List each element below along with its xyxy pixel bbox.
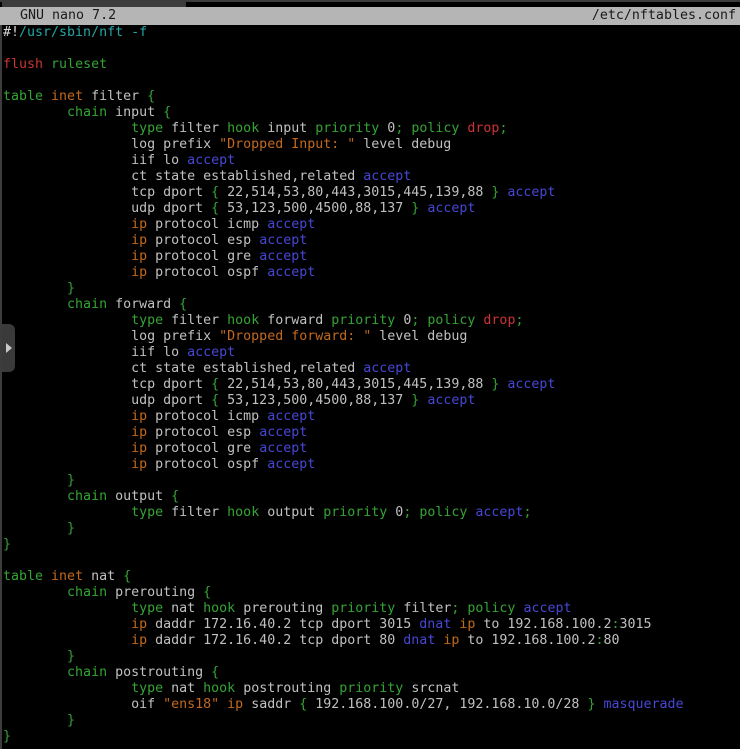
code-line: type filter hook forward priority 0; pol… [3, 313, 740, 329]
side-panel-toggle[interactable] [2, 324, 15, 372]
code-line: ip protocol gre accept [3, 441, 740, 457]
code-line: ip protocol esp accept [3, 233, 740, 249]
code-line: ip protocol gre accept [3, 249, 740, 265]
code-line: type nat hook prerouting priority filter… [3, 601, 740, 617]
code-line [3, 553, 740, 569]
code-line: } [3, 473, 740, 489]
code-line: tcp dport { 22,514,53,80,443,3015,445,13… [3, 377, 740, 393]
code-line: oif "ens18" ip saddr { 192.168.100.0/27,… [3, 697, 740, 713]
code-line: ip protocol esp accept [3, 425, 740, 441]
code-line: tcp dport { 22,514,53,80,443,3015,445,13… [3, 185, 740, 201]
nano-version-title: GNU nano 7.2 [4, 8, 116, 24]
code-line: } [3, 521, 740, 537]
code-line: type filter hook input priority 0; polic… [3, 121, 740, 137]
code-line: ct state established,related accept [3, 169, 740, 185]
nano-titlebar: GNU nano 7.2 /etc/nftables.conf [0, 7, 740, 25]
code-line: chain prerouting { [3, 585, 740, 601]
code-line: ip daddr 172.16.40.2 tcp dport 80 dnat i… [3, 633, 740, 649]
code-line: iif lo accept [3, 153, 740, 169]
code-line: } [3, 713, 740, 729]
code-line: udp dport { 53,123,500,4500,88,137 } acc… [3, 393, 740, 409]
code-line: type filter hook output priority 0; poli… [3, 505, 740, 521]
code-line: } [3, 729, 740, 745]
code-line: iif lo accept [3, 345, 740, 361]
code-line: chain input { [3, 105, 740, 121]
code-line [3, 73, 740, 89]
code-line: } [3, 537, 740, 553]
code-line: flush ruleset [3, 57, 740, 73]
code-line: #!/usr/sbin/nft -f [3, 25, 740, 41]
code-line: ip protocol icmp accept [3, 217, 740, 233]
file-path: /etc/nftables.conf [592, 8, 736, 24]
code-line [3, 41, 740, 57]
triangle-right-icon [6, 343, 12, 353]
code-line: log prefix "Dropped Input: " level debug [3, 137, 740, 153]
code-line: } [3, 281, 740, 297]
code-line: type nat hook postrouting priority srcna… [3, 681, 740, 697]
code-line: table inet filter { [3, 89, 740, 105]
code-line: chain postrouting { [3, 665, 740, 681]
code-line: ct state established,related accept [3, 361, 740, 377]
editor-content[interactable]: #!/usr/sbin/nft -f flush ruleset table i… [3, 25, 740, 749]
code-line: log prefix "Dropped forward: " level deb… [3, 329, 740, 345]
code-line: chain output { [3, 489, 740, 505]
terminal-tab-remnant [2, 0, 186, 7]
window-left-border [0, 25, 2, 749]
code-line: ip protocol icmp accept [3, 409, 740, 425]
code-line: ip protocol ospf accept [3, 265, 740, 281]
code-line: ip daddr 172.16.40.2 tcp dport 3015 dnat… [3, 617, 740, 633]
code-line: udp dport { 53,123,500,4500,88,137 } acc… [3, 201, 740, 217]
code-line: } [3, 649, 740, 665]
code-line: chain forward { [3, 297, 740, 313]
code-line: table inet nat { [3, 569, 740, 585]
code-line: ip protocol ospf accept [3, 457, 740, 473]
